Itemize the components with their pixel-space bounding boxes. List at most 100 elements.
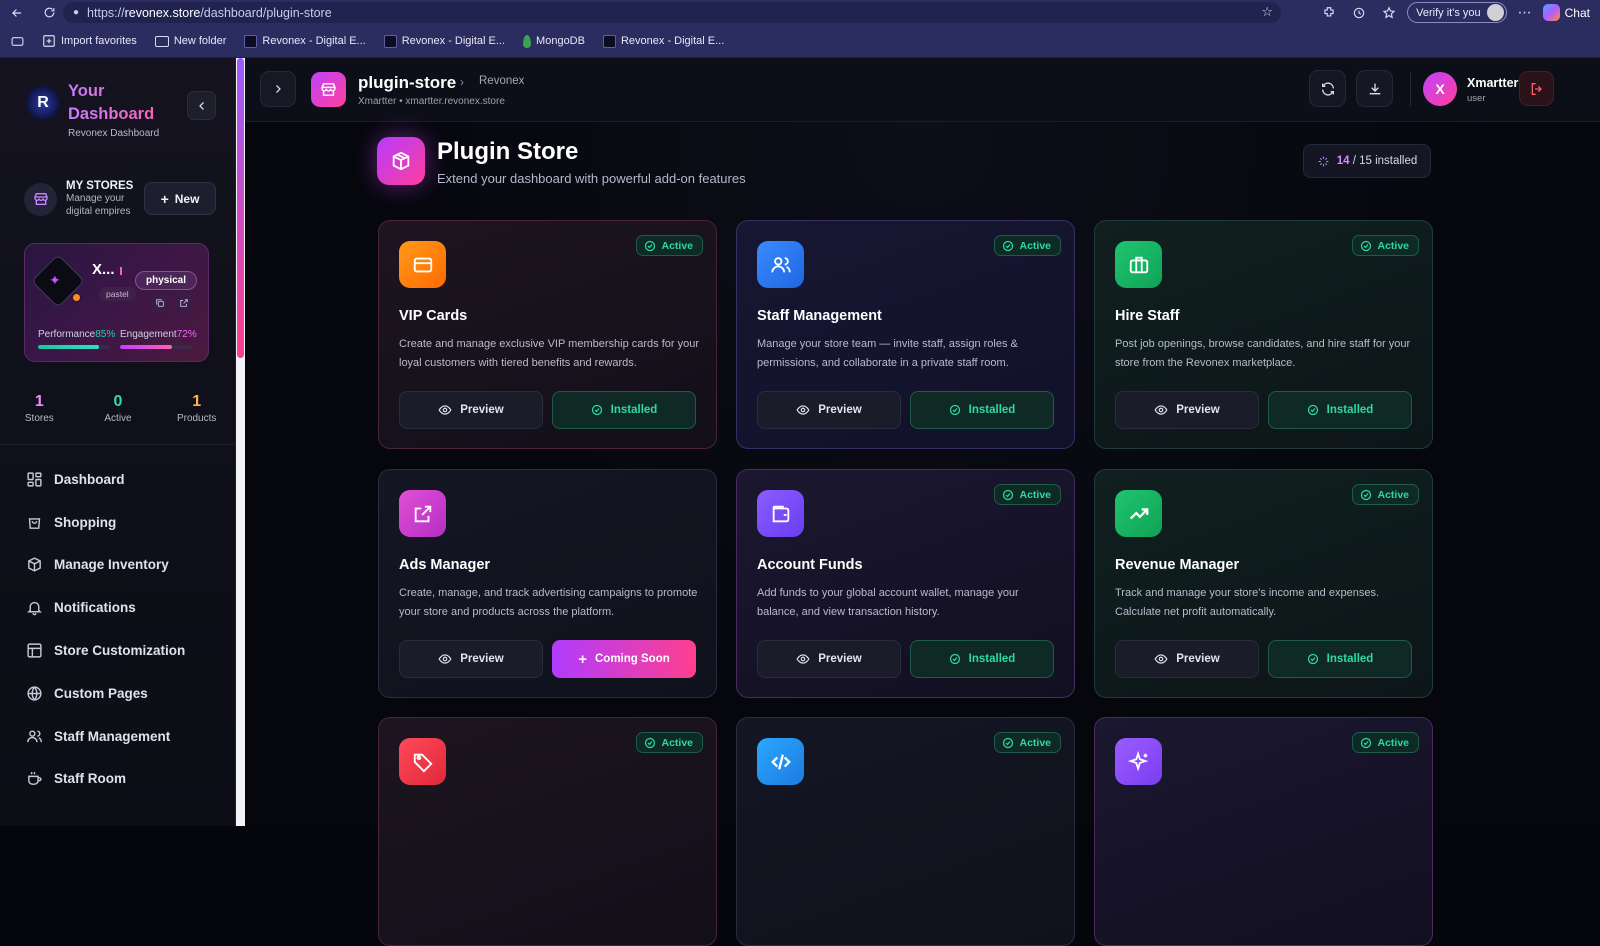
download-button[interactable] [1356, 70, 1393, 107]
sidebar-item-staff-management[interactable]: Staff Management [26, 715, 226, 758]
my-stores-title: MY STORES [66, 180, 134, 192]
check-circle-icon [1360, 737, 1372, 749]
sidebar-item-dashboard[interactable]: Dashboard [26, 458, 226, 501]
check-circle-icon [1002, 737, 1014, 749]
page-title: plugin-store [358, 73, 457, 92]
sidebar-item-staff-room[interactable]: Staff Room [26, 758, 226, 801]
check-circle-icon [1002, 489, 1014, 501]
sparkles-icon [1115, 738, 1162, 785]
check-circle-icon [949, 404, 961, 416]
preview-button[interactable]: Preview [399, 640, 543, 678]
users-icon [27, 730, 42, 742]
plugin-card[interactable]: Active [736, 717, 1075, 946]
eye-icon [438, 652, 452, 666]
breadcrumb[interactable]: Revonex [479, 75, 524, 87]
tag-icon [399, 738, 446, 785]
plugin-card[interactable]: Active Account Funds Add funds to your glo… [736, 469, 1075, 698]
active-badge: Active [636, 235, 703, 256]
sidebar-item-store-customization[interactable]: Store Customization [26, 629, 226, 672]
plugin-store-title: Plugin Store [437, 138, 579, 165]
bookmark-import-favorites[interactable]: Import favorites [42, 34, 137, 48]
installed-button[interactable]: Installed [910, 391, 1054, 429]
engagement-bar-fill [120, 345, 172, 349]
installed-button[interactable]: Installed [910, 640, 1054, 678]
favorites-icon[interactable] [1377, 2, 1401, 24]
more-options-icon[interactable]: ⋯ [1513, 2, 1537, 24]
engagement-bar [120, 345, 192, 349]
back-arrow-icon[interactable] [4, 0, 30, 25]
sidebar-item-manage-inventory[interactable]: Manage Inventory [26, 544, 226, 587]
url-field[interactable]: ● https://revonex.store/dashboard/plugin… [63, 2, 1281, 23]
open-external-icon[interactable] [175, 294, 193, 312]
favorite-star-icon[interactable]: ☆ [1261, 4, 1273, 20]
user-role: user [1467, 93, 1486, 104]
collapse-sidebar-button[interactable] [187, 91, 216, 120]
store-card[interactable]: ✦ X... physical pastel Performance85% En… [24, 243, 209, 362]
bookmark-revonex-1[interactable]: Revonex - Digital E... [244, 34, 366, 48]
check-circle-icon [644, 240, 656, 252]
bookmark-mongodb[interactable]: MongoDB [523, 34, 585, 48]
revonex-favicon [383, 34, 397, 48]
installed-button[interactable]: Installed [552, 391, 696, 429]
plugin-card[interactable]: Ads Manager Create, manage, and track adv… [378, 469, 717, 698]
verify-profile-button[interactable]: Verify it's you [1407, 2, 1507, 23]
my-stores-header: MY STORES Manage your digital empires [24, 180, 138, 218]
stat-products: 1 Products [176, 393, 217, 424]
chevron-right-icon [276, 85, 281, 93]
plugin-card[interactable]: Active Hire Staff Post job openings, brows… [1094, 220, 1433, 449]
main-content: plugin-store › Revonex Xmartter • xmartt… [245, 58, 1600, 946]
sidebar-scrollbar-thumb[interactable] [237, 58, 244, 358]
active-badge: Active [1352, 235, 1419, 256]
preview-button[interactable]: Preview [399, 391, 543, 429]
revonex-favicon [602, 34, 616, 48]
installed-button[interactable]: Installed [1268, 640, 1412, 678]
active-badge: Active [636, 732, 703, 753]
plugin-card[interactable]: Active [1094, 717, 1433, 946]
sidebar-divider [0, 444, 236, 445]
logout-button[interactable] [1519, 71, 1554, 106]
plugin-card[interactable]: Active Staff Management Manage your store … [736, 220, 1075, 449]
sidebar: R Your Dashboard Revonex Dashboard MY ST… [0, 58, 236, 826]
stat-active: 0 Active [104, 393, 132, 424]
store-stats: 1 Stores 0 Active 1 Products [0, 393, 236, 424]
plugin-card[interactable]: Active VIP Cards Create and manage exclusi… [378, 220, 717, 449]
browser-essentials-icon[interactable] [1347, 2, 1371, 24]
coming-soon-button[interactable]: + Coming Soon [552, 640, 696, 678]
user-avatar[interactable]: X [1423, 72, 1457, 106]
sparkles-icon [1318, 156, 1329, 166]
active-badge: Active [1352, 484, 1419, 505]
app-root: R Your Dashboard Revonex Dashboard MY ST… [0, 58, 1600, 946]
active-badge: Active [994, 484, 1061, 505]
stat-stores: 1 Stores [24, 393, 54, 424]
plugin-card[interactable]: Active Revenue Manager Track and manage yo… [1094, 469, 1433, 698]
extensions-icon[interactable] [1317, 2, 1341, 24]
preview-button[interactable]: Preview [1115, 391, 1259, 429]
new-store-button[interactable]: + New [144, 182, 216, 215]
refresh-button[interactable] [1309, 70, 1346, 107]
bookmark-new-folder[interactable]: New folder [154, 35, 226, 47]
mongodb-favicon [523, 34, 532, 48]
folder-icon [154, 35, 169, 47]
logout-icon [1531, 82, 1542, 95]
tab-actions-icon[interactable] [10, 30, 24, 52]
sidebar-item-custom-pages[interactable]: Custom Pages [26, 672, 226, 715]
installed-button[interactable]: Installed [1268, 391, 1412, 429]
preview-button[interactable]: Preview [757, 391, 901, 429]
preview-button[interactable]: Preview [1115, 640, 1259, 678]
sidebar-scrollbar[interactable] [236, 58, 245, 826]
store-name: X... [92, 261, 115, 278]
plugin-title: Revenue Manager [1115, 557, 1240, 573]
check-circle-icon [1307, 404, 1319, 416]
plugin-card[interactable]: Active [378, 717, 717, 946]
expand-sidebar-button[interactable] [260, 71, 296, 107]
copilot-icon [1542, 4, 1560, 21]
sidebar-item-notifications[interactable]: Notifications [26, 586, 226, 629]
bookmark-revonex-3[interactable]: Revonex - Digital E... [602, 34, 724, 48]
copilot-chat-button[interactable]: Chat [1542, 4, 1590, 21]
preview-button[interactable]: Preview [757, 640, 901, 678]
refresh-icon[interactable] [36, 0, 62, 25]
plugin-description: Manage your store team — invite staff, a… [757, 338, 1018, 369]
bookmark-revonex-2[interactable]: Revonex - Digital E... [383, 34, 505, 48]
copy-icon[interactable] [151, 294, 169, 312]
sidebar-item-shopping[interactable]: Shopping [26, 501, 226, 544]
